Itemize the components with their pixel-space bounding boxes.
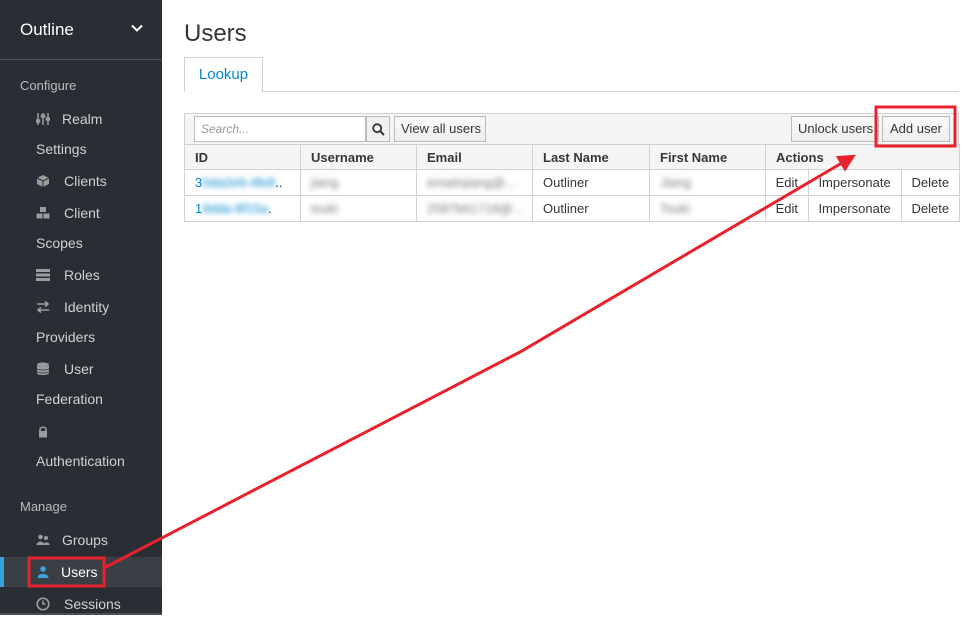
user-id-redacted: 0da2e9-4fe8 (202, 175, 276, 190)
sidebar-item-label: Settings (36, 141, 87, 157)
add-user-button[interactable]: Add user (882, 116, 950, 142)
search-input[interactable] (194, 116, 366, 142)
column-header-email[interactable]: Email (416, 144, 533, 170)
sidebar-item-label: Roles (64, 267, 100, 283)
database-icon (36, 362, 50, 375)
actions-cell: Edit Impersonate Delete (765, 195, 960, 222)
table-row: 30da2e9-4fe8.. jiang emailxjiang@... Out… (184, 169, 960, 196)
sidebar-item-authentication[interactable]: Authentication (0, 416, 162, 476)
sidebar-item-label: User (64, 361, 94, 377)
users-table: ID Username Email Last Name First Name A… (184, 144, 960, 222)
sidebar-item-client-scopes[interactable]: Client Scopes (0, 198, 162, 258)
clock-icon (36, 597, 50, 611)
user-icon (37, 566, 49, 578)
search-button[interactable] (366, 116, 390, 142)
sidebar-item-label: Providers (36, 329, 96, 345)
user-id-link[interactable]: 19dda-8f15a. (184, 195, 301, 222)
delete-button[interactable]: Delete (902, 171, 959, 195)
sidebar-item-label: Clients (64, 173, 107, 189)
lock-icon (39, 426, 47, 438)
sidebar-item-label: Scopes (36, 235, 83, 251)
sidebar-item-label: Groups (62, 532, 108, 548)
first-name-cell: Jiang (660, 175, 692, 190)
impersonate-button[interactable]: Impersonate (809, 196, 902, 221)
table-row: 19dda-8f15a. tsuki 2587b61718@... Outlin… (184, 195, 960, 222)
user-id-link[interactable]: 30da2e9-4fe8.. (184, 169, 301, 196)
users-icon (36, 534, 50, 545)
sidebar-item-label: Realm (62, 111, 103, 127)
view-all-users-button[interactable]: View all users (394, 116, 486, 142)
section-title-configure: Configure (20, 78, 77, 93)
first-name-cell: Tsuki (660, 201, 690, 216)
chevron-down-icon (131, 24, 143, 32)
exchange-icon (36, 300, 50, 314)
sidebar-item-clients[interactable]: Clients (0, 166, 162, 196)
column-header-actions: Actions (765, 144, 960, 170)
sidebar: Outline Configure Realm Settings Clients (0, 0, 162, 615)
column-header-last-name[interactable]: Last Name (532, 144, 650, 170)
last-name-cell: Outliner (532, 169, 650, 196)
page-title: Users (184, 20, 247, 47)
sidebar-item-label: Users (61, 564, 98, 580)
sidebar-item-label: Federation (36, 391, 103, 407)
sidebar-item-label: Authentication (36, 453, 125, 469)
user-id-ellipsis: . (268, 201, 272, 216)
table-header-row: ID Username Email Last Name First Name A… (184, 144, 960, 170)
cubes-icon (36, 207, 50, 219)
email-cell: 2587b61718@... (427, 201, 524, 216)
list-icon (36, 269, 50, 281)
section-title-manage: Manage (20, 499, 67, 514)
search-icon (372, 123, 385, 136)
edit-button[interactable]: Edit (767, 170, 809, 195)
column-header-username[interactable]: Username (300, 144, 417, 170)
sidebar-item-label: Client (64, 205, 100, 221)
sidebar-item-label: Identity (64, 299, 110, 315)
sidebar-item-user-federation[interactable]: User Federation (0, 354, 162, 414)
user-id-redacted: 9dda-8f15a (202, 201, 269, 216)
edit-button[interactable]: Edit (767, 196, 809, 221)
sidebar-item-realm-settings[interactable]: Realm Settings (0, 104, 162, 164)
sidebar-item-groups[interactable]: Groups (0, 525, 162, 555)
realm-name: Outline (20, 20, 74, 39)
tab-strip (184, 91, 959, 92)
sidebar-item-users[interactable]: Users (0, 557, 162, 587)
column-header-id[interactable]: ID (184, 144, 301, 170)
sliders-icon (36, 113, 50, 125)
username-cell: tsuki (311, 201, 338, 216)
email-cell: emailxjiang@... (427, 175, 517, 190)
user-id-ellipsis: .. (275, 175, 283, 190)
sidebar-item-identity-providers[interactable]: Identity Providers (0, 292, 162, 352)
tab-lookup[interactable]: Lookup (184, 57, 263, 92)
realm-selector[interactable]: Outline (0, 0, 162, 60)
users-toolbar: View all users Unlock users Add user (184, 113, 959, 145)
delete-button[interactable]: Delete (902, 197, 959, 221)
cube-icon (36, 175, 50, 187)
unlock-users-button[interactable]: Unlock users (791, 116, 879, 142)
sidebar-item-roles[interactable]: Roles (0, 260, 162, 290)
username-cell: jiang (311, 175, 339, 190)
actions-cell: Edit Impersonate Delete (765, 169, 960, 196)
last-name-cell: Outliner (532, 195, 650, 222)
impersonate-button[interactable]: Impersonate (809, 170, 902, 195)
column-header-first-name[interactable]: First Name (649, 144, 766, 170)
